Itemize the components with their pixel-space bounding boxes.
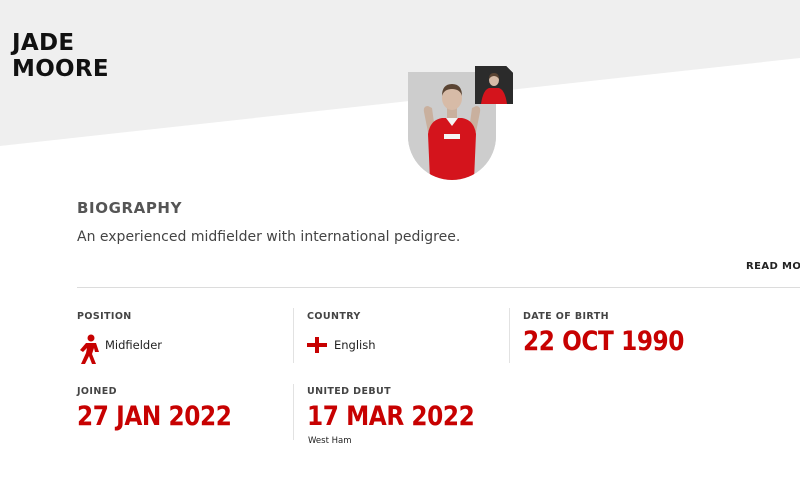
- biography-heading: BIOGRAPHY: [77, 199, 183, 217]
- player-name: JADE MOORE: [12, 30, 109, 82]
- united-debut-label: UNITED DEBUT: [307, 386, 391, 397]
- player-first-name: JADE: [12, 30, 75, 56]
- column-separator: [293, 308, 294, 363]
- country-label: COUNTRY: [307, 311, 361, 322]
- england-flag-icon: [307, 337, 327, 353]
- united-debut-value: 17 MAR 2022: [307, 401, 475, 432]
- column-separator: [293, 384, 294, 440]
- player-thumbnail[interactable]: [475, 66, 513, 104]
- biography-text: An experienced midfielder with internati…: [77, 229, 461, 245]
- midfielder-icon: [77, 334, 105, 366]
- position-value: Midfielder: [105, 338, 163, 352]
- player-last-name: MOORE: [12, 56, 109, 82]
- country-value: English: [334, 338, 376, 352]
- column-separator: [509, 308, 510, 363]
- date-of-birth-label: DATE OF BIRTH: [523, 311, 609, 322]
- united-debut-opponent: West Ham: [308, 436, 352, 446]
- joined-value: 27 JAN 2022: [77, 401, 232, 432]
- section-divider: [77, 287, 800, 288]
- read-more-link[interactable]: READ MORE: [746, 261, 800, 272]
- date-of-birth-value: 22 OCT 1990: [523, 326, 685, 357]
- joined-label: JOINED: [77, 386, 117, 397]
- position-label: POSITION: [77, 311, 132, 322]
